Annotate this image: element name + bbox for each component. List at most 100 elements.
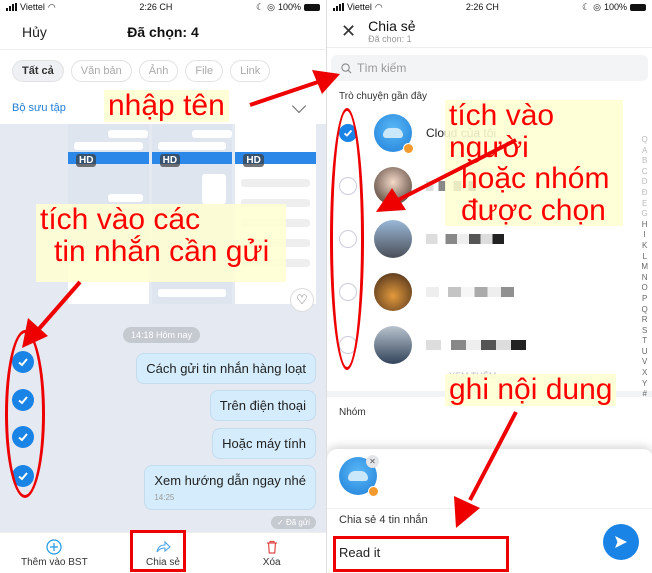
plus-circle-icon	[46, 538, 62, 555]
share-screen: Viettel ◠ 2:26 CH ☾ ◎ 100% ✕ Chia sẻ Đã chọ…	[326, 0, 652, 573]
annotation-tick-contacts: tích vào người hoặc nhóm được chọn	[445, 100, 623, 226]
annotation-line: tin nhắn cần gửi	[54, 234, 270, 268]
alphabet-letter[interactable]: V	[641, 357, 648, 368]
alphabet-letter[interactable]: U	[641, 347, 648, 358]
close-icon[interactable]: ✕	[341, 22, 356, 40]
alphabet-letter[interactable]: X	[641, 368, 648, 379]
alphabet-letter[interactable]: A	[641, 146, 648, 157]
alphabet-letter[interactable]: I	[641, 230, 648, 241]
share-header: ✕ Chia sẻ Đã chọn: 1	[327, 14, 652, 48]
select-messages-screen: Viettel ◠ 2:26 CH ☾ ◎ 100% Hủy Đã chọn: 4 T…	[0, 0, 326, 573]
alphabet-letter[interactable]: Y	[641, 379, 648, 390]
chevron-down-icon[interactable]	[291, 98, 307, 114]
annotation-line: tích vào người	[449, 99, 555, 164]
blurred-contact-name	[426, 339, 526, 350]
moon-icon: ☾	[582, 1, 591, 12]
message-bubble[interactable]: Hoặc máy tính	[212, 428, 316, 459]
delete-button[interactable]: Xóa	[217, 533, 326, 573]
share-selected-count: Đã chọn: 1	[368, 33, 412, 44]
alphabet-letter[interactable]: D	[641, 177, 648, 188]
carrier: Viettel	[347, 2, 372, 12]
contact-avatar	[374, 166, 412, 205]
selected-count-title: Đã chọn: 4	[127, 23, 199, 40]
share-count-text: Chia sẻ 4 tin nhắn	[339, 514, 428, 526]
highlight-share-button	[130, 530, 186, 572]
search-input[interactable]: Tìm kiếm	[331, 55, 648, 81]
message-text: Xem hướng dẫn ngay nhé	[154, 473, 306, 488]
highlight-ellipse	[5, 330, 45, 498]
battery-icon	[304, 3, 320, 11]
collection-label[interactable]: Bộ sưu tập	[12, 102, 66, 114]
remove-recipient-icon[interactable]: ✕	[366, 455, 379, 468]
alphabet-letter[interactable]: N	[641, 273, 648, 284]
status-bar: Viettel ◠ 2:26 CH ☾ ◎ 100%	[0, 0, 326, 14]
alphabet-letter[interactable]: P	[641, 294, 648, 305]
annotation-enter-name: nhập tên	[104, 90, 229, 122]
carrier: Viettel	[20, 2, 45, 12]
alphabet-letter[interactable]: G	[641, 209, 648, 220]
alphabet-index[interactable]: Q A B C D Đ E G H I K L M N O P Q R S T U V X Y #	[641, 135, 648, 400]
verified-badge-icon	[368, 486, 379, 497]
alphabet-letter[interactable]: M	[641, 262, 648, 273]
contact-row[interactable]	[327, 265, 652, 318]
highlight-ellipse	[330, 108, 364, 370]
alphabet-letter[interactable]: H	[641, 220, 648, 231]
signal-icon	[6, 3, 17, 11]
alphabet-letter[interactable]: Đ	[641, 188, 648, 199]
filter-links[interactable]: Link	[230, 60, 271, 82]
add-to-collection-button[interactable]: Thêm vào BST	[0, 533, 109, 573]
divider	[327, 508, 652, 509]
battery-percent: 100%	[277, 2, 301, 12]
filter-chips: Tất cả Văn bản Ảnh File Link	[0, 50, 326, 92]
alphabet-letter[interactable]: Q	[641, 305, 648, 316]
clock: 2:26 CH	[139, 2, 173, 12]
contact-avatar	[374, 325, 412, 364]
delete-label: Xóa	[262, 556, 281, 568]
cloud-avatar	[374, 113, 414, 154]
annotation-line: tích vào các	[40, 203, 201, 236]
alarm-icon: ◎	[593, 1, 601, 12]
annotation-tick-messages: tích vào các tin nhắn cần gửi	[36, 204, 286, 282]
alphabet-letter[interactable]: O	[641, 283, 648, 294]
battery-percent: 100%	[603, 2, 627, 12]
message-bubble[interactable]: Xem hướng dẫn ngay nhé 14:25	[144, 465, 316, 510]
wifi-icon: ◠	[374, 1, 383, 12]
hd-badge: HD	[76, 154, 97, 167]
time-separator: 14:18 Hôm nay	[123, 327, 201, 343]
send-button[interactable]	[603, 524, 639, 560]
cancel-button[interactable]: Hủy	[22, 24, 47, 40]
signal-icon	[333, 3, 344, 11]
contact-row[interactable]	[327, 318, 652, 371]
alphabet-letter[interactable]: E	[641, 199, 648, 210]
add-to-collection-label: Thêm vào BST	[20, 556, 88, 568]
alphabet-letter[interactable]: Q	[641, 135, 648, 146]
message-bubble[interactable]: Trên điện thoại	[209, 390, 316, 421]
hd-badge: HD	[159, 154, 181, 167]
battery-icon	[630, 3, 646, 11]
alphabet-letter[interactable]: B	[641, 156, 648, 167]
filter-all[interactable]: Tất cả	[12, 60, 64, 82]
moon-icon: ☾	[256, 1, 265, 12]
filter-text[interactable]: Văn bản	[70, 60, 132, 82]
message-bubble[interactable]: Cách gửi tin nhắn hàng loạt	[136, 353, 316, 384]
filter-images[interactable]: Ảnh	[138, 60, 179, 82]
heart-icon[interactable]: ♡	[290, 288, 314, 312]
chat-area: HD HD HD ♡ 14:18 Hôm nay Cách gửi tin nh…	[0, 124, 326, 532]
annotation-line: hoặc nhóm	[461, 162, 610, 195]
contact-avatar	[374, 272, 412, 311]
highlight-message-input	[333, 536, 509, 572]
wifi-icon: ◠	[47, 1, 56, 12]
search-icon	[341, 62, 352, 73]
search-placeholder: Tìm kiếm	[357, 61, 407, 75]
contact-avatar	[374, 219, 412, 258]
alphabet-letter[interactable]: #	[641, 389, 648, 400]
sent-status: ✓ Đã gửi	[271, 516, 316, 529]
alphabet-letter[interactable]: K	[641, 241, 648, 252]
alphabet-letter[interactable]: R	[641, 315, 648, 326]
alphabet-letter[interactable]: L	[641, 252, 648, 263]
annotation-write-content: ghi nội dung	[445, 374, 617, 406]
filter-files[interactable]: File	[185, 60, 224, 82]
alphabet-letter[interactable]: S	[641, 326, 648, 337]
alphabet-letter[interactable]: T	[641, 336, 648, 347]
alphabet-letter[interactable]: C	[641, 167, 648, 178]
